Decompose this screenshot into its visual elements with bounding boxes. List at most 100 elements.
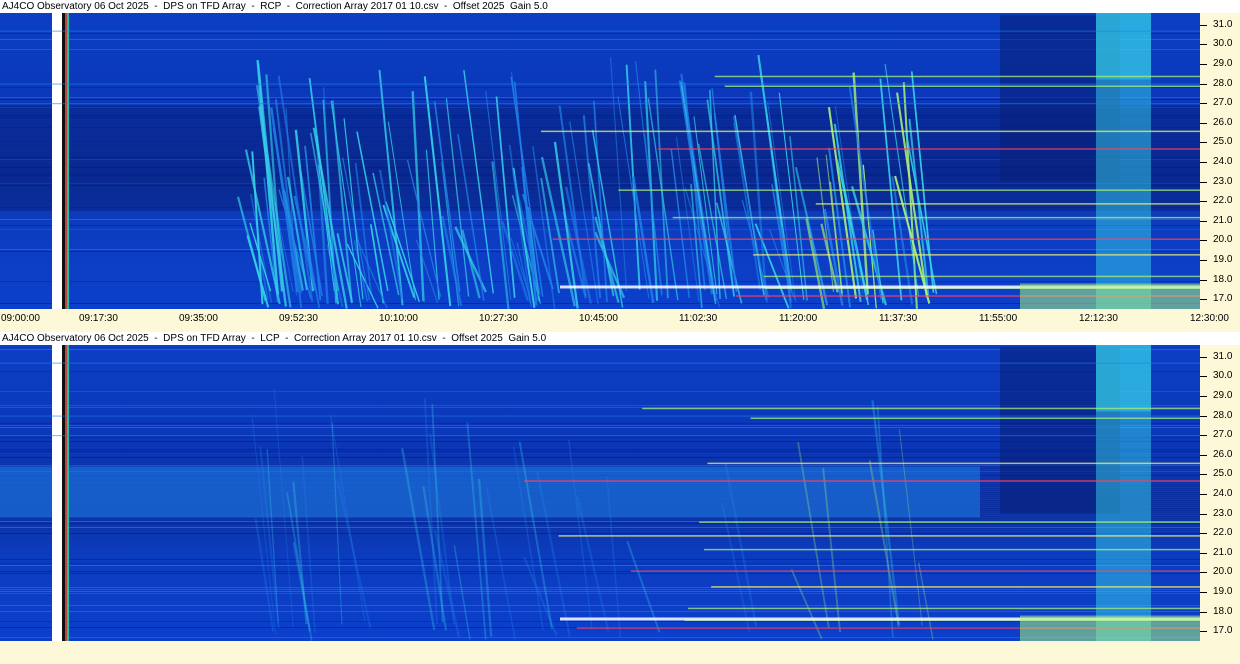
rfi-line — [707, 462, 1200, 465]
noise-band — [0, 523, 1200, 524]
blank-bar-teal — [67, 13, 69, 309]
noise-band — [0, 247, 1200, 248]
ytick-mark — [1200, 356, 1207, 358]
rfi-line — [750, 417, 1200, 420]
ytick-label: 24.0 — [1213, 155, 1233, 167]
noise-band — [0, 605, 1200, 606]
ytick-label: 31.0 — [1213, 350, 1233, 362]
ytick-label: 23.0 — [1213, 507, 1233, 519]
xtick-label: 10:27:30 — [479, 313, 518, 324]
rfi-line — [724, 85, 1200, 88]
noise-band — [0, 583, 1200, 584]
ytick-label: 19.0 — [1213, 585, 1233, 597]
noise-band — [0, 561, 1200, 562]
ytick-mark — [1200, 435, 1207, 437]
ytick-label: 22.0 — [1213, 195, 1233, 207]
noise-band — [0, 581, 1200, 582]
lcp-spectrogram-svg — [0, 345, 1200, 641]
noise-band — [0, 557, 1200, 558]
faint-hline — [0, 362, 1200, 364]
faint-hline — [0, 103, 1200, 105]
noise-band — [0, 589, 1200, 590]
noise-band — [0, 281, 1200, 282]
xtick-label: 09:17:30 — [79, 313, 118, 324]
ytick-label: 21.0 — [1213, 546, 1233, 558]
rfi-line — [672, 216, 1200, 219]
rcp-spectrogram-plot — [0, 13, 1200, 309]
noise-band — [0, 273, 1200, 274]
xtick-label: 12:12:30 — [1079, 313, 1118, 324]
noise-band — [0, 257, 1200, 258]
rfi-line — [763, 275, 1200, 278]
blank-bar-dark — [62, 345, 65, 641]
noise-band — [0, 613, 1200, 614]
ytick-mark — [1200, 572, 1207, 574]
ytick-mark — [1200, 552, 1207, 554]
ytick-label: 24.0 — [1213, 487, 1233, 499]
noise-band — [0, 527, 1200, 528]
noise-band — [0, 529, 1200, 530]
xtick-label: 11:55:00 — [979, 313, 1018, 324]
xtick-label: 10:45:00 — [579, 313, 618, 324]
ytick-label: 29.0 — [1213, 389, 1233, 401]
xtick-label: 11:37:30 — [879, 313, 918, 324]
low-freq-glow — [1020, 615, 1200, 641]
noise-band — [0, 271, 1200, 272]
ytick-label: 27.0 — [1213, 429, 1233, 441]
xtick-label: 11:20:00 — [779, 313, 818, 324]
blank-bar-teal — [67, 345, 69, 641]
rcp-time-axis: 09:00:00 09:17:30 09:35:00 09:52:30 10:10:00… — [0, 309, 1240, 329]
noise-band — [0, 543, 1200, 544]
ytick-label: 23.0 — [1213, 175, 1233, 187]
rcp-panel-title: AJ4CO Observatory 06 Oct 2025 - DPS on T… — [0, 0, 1240, 13]
ytick-mark — [1200, 161, 1207, 163]
noise-band — [0, 259, 1200, 260]
lcp-panel-title: AJ4CO Observatory 06 Oct 2025 - DPS on T… — [0, 332, 1240, 345]
ytick-mark — [1200, 533, 1207, 535]
rfi-line — [699, 521, 1200, 523]
faint-hline — [0, 435, 1200, 437]
rfi-line — [541, 130, 1200, 133]
rfi-line — [552, 238, 1200, 240]
ytick-mark — [1200, 454, 1207, 456]
noise-band — [0, 569, 1200, 570]
blank-bar-dark — [62, 13, 65, 309]
bright-column-lower — [1096, 79, 1151, 309]
ytick-label: 31.0 — [1213, 18, 1233, 30]
ytick-mark — [1200, 142, 1207, 144]
noise-band — [0, 547, 1200, 548]
noise-band — [0, 267, 1200, 268]
ytick-mark — [1200, 201, 1207, 203]
rfi-line — [630, 570, 1200, 572]
faint-hline — [0, 415, 1200, 417]
noise-band — [0, 531, 1200, 532]
ytick-mark — [1200, 259, 1207, 261]
noise-band — [0, 13, 1200, 14]
lcp-spectrogram-panel: AJ4CO Observatory 06 Oct 2025 - DPS on T… — [0, 332, 1240, 664]
noise-band — [0, 215, 1200, 216]
noise-band — [0, 269, 1200, 270]
rfi-line — [658, 148, 1200, 150]
noise-band — [0, 585, 1200, 586]
xtick-label: 09:52:30 — [279, 313, 318, 324]
noise-band — [0, 279, 1200, 280]
noise-band — [0, 563, 1200, 564]
ytick-mark — [1200, 240, 1207, 242]
ytick-label: 18.0 — [1213, 605, 1233, 617]
noise-band — [0, 533, 1200, 534]
rfi-line — [688, 607, 1200, 610]
rfi-line — [703, 548, 1200, 551]
noise-band — [0, 541, 1200, 542]
noise-band — [0, 545, 1200, 546]
noise-band — [0, 537, 1200, 538]
ytick-label: 19.0 — [1213, 253, 1233, 265]
ytick-label: 30.0 — [1213, 38, 1233, 50]
blank-bar-red — [65, 13, 67, 309]
ytick-mark — [1200, 103, 1207, 105]
ytick-mark — [1200, 122, 1207, 124]
ytick-mark — [1200, 279, 1207, 281]
noise-band — [0, 551, 1200, 552]
ytick-label: 17.0 — [1213, 293, 1233, 305]
noise-band — [0, 555, 1200, 556]
noise-band — [0, 211, 1200, 212]
